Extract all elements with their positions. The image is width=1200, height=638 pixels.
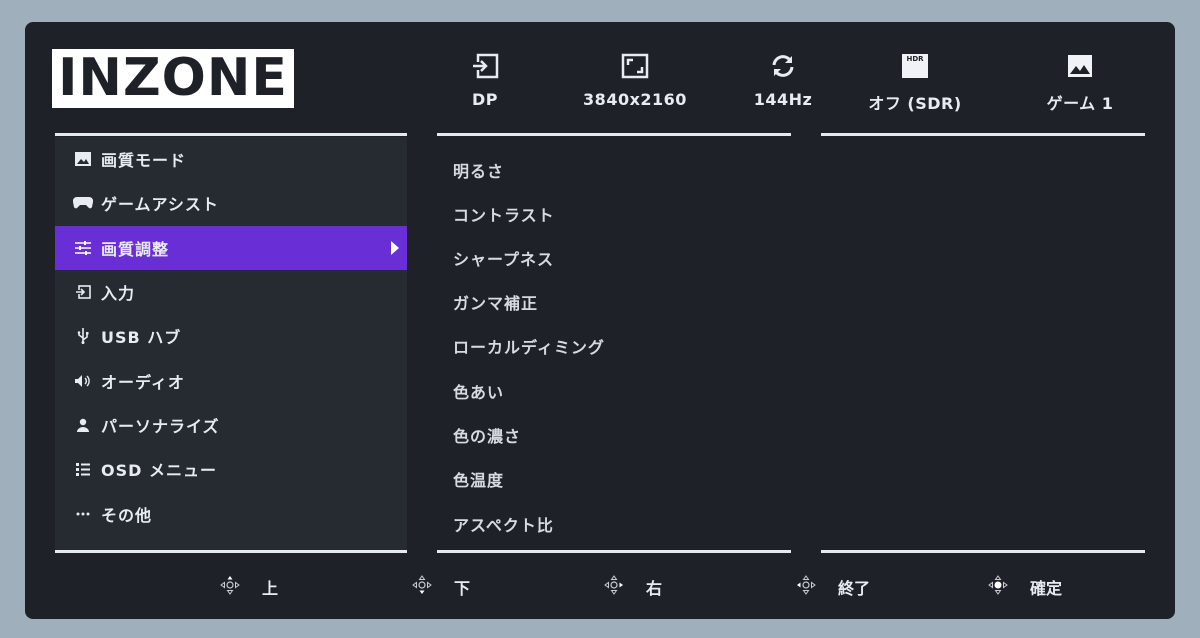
- hdr-icon: HDR: [855, 52, 975, 80]
- sliders-icon: [73, 241, 93, 255]
- menu-item-picture-mode[interactable]: 画質モード: [55, 137, 407, 181]
- divider-top-left: [55, 133, 407, 136]
- submenu-item-contrast[interactable]: コントラスト: [453, 202, 555, 226]
- person-icon: [73, 418, 93, 432]
- status-input-label: DP: [471, 90, 498, 109]
- menu-item-label: OSD メニュー: [101, 461, 217, 480]
- submenu-item-gamma[interactable]: ガンマ補正: [453, 290, 538, 314]
- usb-icon: [73, 328, 93, 344]
- status-refresh-rate-label: 144Hz: [753, 90, 813, 109]
- main-menu: 画質モード ゲームアシスト 画質調整 入力 USB ハブ オーディオ パーソナラ…: [55, 137, 407, 552]
- gamepad-icon: [73, 197, 93, 209]
- status-input: DP: [445, 52, 525, 109]
- menu-item-osd-menu[interactable]: OSD メニュー: [55, 447, 407, 491]
- submenu-item-brightness[interactable]: 明るさ: [453, 158, 504, 182]
- submenu-item-color-temperature[interactable]: 色温度: [453, 467, 504, 491]
- submenu-item-hue[interactable]: 色あい: [453, 379, 504, 403]
- status-picture-mode-label: ゲーム 1: [1046, 94, 1114, 113]
- divider-bottom-right: [821, 550, 1145, 553]
- menu-item-label: パーソナライズ: [101, 417, 220, 436]
- hint-down-label: 下: [454, 579, 471, 598]
- menu-item-label: 画質モード: [101, 151, 187, 170]
- status-hdr-label: オフ (SDR): [868, 94, 962, 113]
- divider-bottom-middle: [437, 550, 791, 553]
- joystick-left-icon: [796, 575, 816, 599]
- menu-item-audio[interactable]: オーディオ: [55, 359, 407, 403]
- hint-confirm-label: 確定: [1030, 579, 1063, 598]
- menu-item-input[interactable]: 入力: [55, 270, 407, 314]
- status-refresh-rate: 144Hz: [743, 52, 823, 109]
- inzone-logo: INZONE: [52, 49, 294, 108]
- hint-confirm: 確定: [988, 575, 1062, 599]
- joystick-down-icon: [412, 575, 432, 599]
- more-icon: [73, 512, 93, 516]
- hint-exit: 終了: [796, 575, 870, 599]
- status-resolution-label: 3840x2160: [583, 90, 687, 109]
- submenu-item-sharpness[interactable]: シャープネス: [453, 246, 554, 270]
- list-icon: [73, 462, 93, 476]
- status-picture-mode: ゲーム 1: [1035, 52, 1125, 114]
- status-resolution: 3840x2160: [580, 52, 690, 109]
- status-hdr: HDR オフ (SDR): [855, 52, 975, 114]
- menu-item-label: 画質調整: [101, 240, 170, 259]
- hint-down: 下: [412, 575, 470, 599]
- joystick-right-icon: [604, 575, 624, 599]
- divider-top-right: [821, 133, 1145, 136]
- picture-mode-icon: [1035, 52, 1125, 80]
- speaker-icon: [73, 374, 93, 388]
- menu-item-label: 入力: [101, 284, 136, 303]
- submenu-item-aspect-ratio[interactable]: アスペクト比: [453, 512, 554, 536]
- submenu-arrow-icon: [391, 241, 399, 255]
- joystick-up-icon: [220, 575, 240, 599]
- image-icon: [73, 152, 93, 166]
- menu-item-other[interactable]: その他: [55, 492, 407, 536]
- hdr-badge: HDR: [902, 54, 928, 78]
- divider-top-middle: [437, 133, 791, 136]
- input-icon: [73, 285, 93, 299]
- divider-bottom-left: [55, 550, 407, 553]
- menu-item-personalize[interactable]: パーソナライズ: [55, 403, 407, 447]
- menu-item-usb-hub[interactable]: USB ハブ: [55, 314, 407, 358]
- hint-right-label: 右: [646, 579, 663, 598]
- submenu-item-local-dimming[interactable]: ローカルディミング: [453, 334, 605, 358]
- input-icon: [445, 52, 525, 80]
- hint-right: 右: [604, 575, 662, 599]
- menu-item-label: ゲームアシスト: [101, 195, 219, 214]
- joystick-press-icon: [988, 575, 1008, 599]
- menu-item-game-assist[interactable]: ゲームアシスト: [55, 181, 407, 225]
- menu-item-label: USB ハブ: [101, 328, 182, 347]
- refresh-rate-icon: [743, 52, 823, 80]
- menu-item-label: オーディオ: [101, 373, 185, 392]
- resolution-icon: [580, 52, 690, 80]
- hint-exit-label: 終了: [838, 579, 871, 598]
- menu-item-label: その他: [101, 506, 153, 525]
- submenu-item-saturation[interactable]: 色の濃さ: [453, 423, 521, 447]
- menu-item-picture-adjust[interactable]: 画質調整: [55, 226, 407, 270]
- hint-up: 上: [220, 575, 278, 599]
- osd-screen: INZONE DP 3840x2160 144Hz HDR オフ (SDR) ゲ…: [25, 22, 1175, 619]
- hint-up-label: 上: [262, 579, 279, 598]
